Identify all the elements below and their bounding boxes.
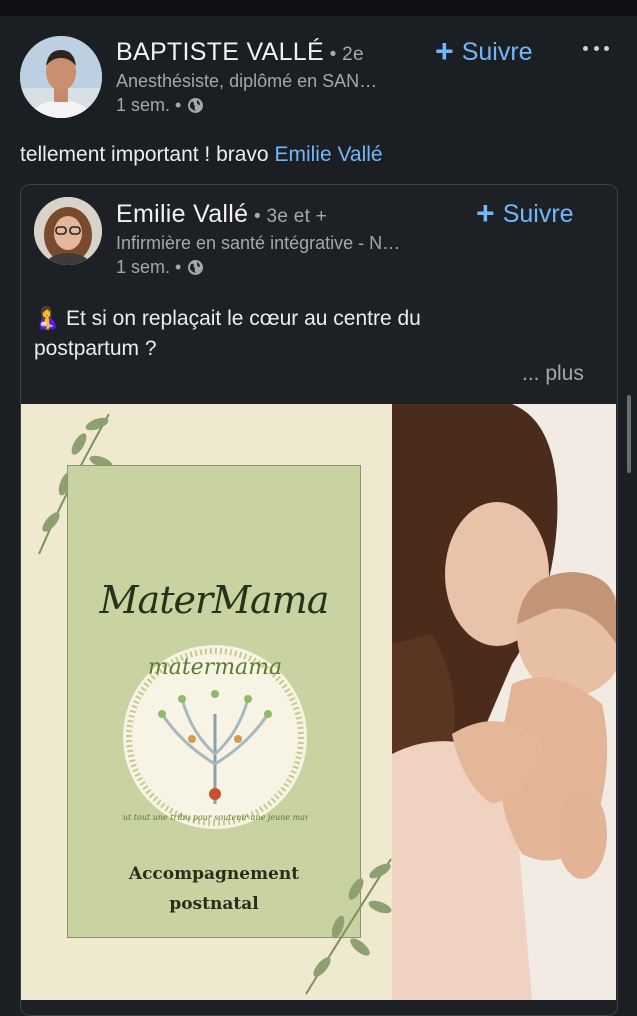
- plus-icon: +: [476, 195, 495, 231]
- leaf-branch-icon: [305, 858, 392, 995]
- follow-author-button[interactable]: + Suivre: [435, 33, 533, 69]
- post-meta: 1 sem. •: [116, 95, 204, 116]
- shared-post-time: 1 sem. •: [116, 257, 182, 277]
- shared-author-avatar[interactable]: [34, 197, 102, 265]
- scrollbar[interactable]: [627, 395, 631, 473]
- status-bar: [0, 0, 637, 16]
- more-icon[interactable]: [583, 46, 609, 54]
- follow-author-label: Suivre: [461, 38, 533, 66]
- author-headline: Anesthésiste, diplômé en SAN…: [116, 71, 378, 91]
- author-name-text[interactable]: BAPTISTE VALLÉ: [116, 38, 324, 66]
- shared-author-name-text[interactable]: Emilie Vallé: [116, 200, 248, 228]
- globe-icon: [188, 98, 204, 113]
- see-more-link[interactable]: ... plus: [522, 362, 584, 386]
- brand-title: MaterMama: [99, 578, 330, 622]
- comment-body: tellement important ! bravo: [20, 143, 275, 166]
- svg-text:matermama: matermama: [148, 655, 282, 680]
- plus-icon: +: [435, 33, 454, 69]
- mother-baby-photo: [392, 404, 616, 1000]
- follow-shared-author-button[interactable]: + Suivre: [476, 195, 574, 231]
- shared-author-name[interactable]: Emilie Vallé • 3e et +: [116, 200, 327, 229]
- shared-post-text: 🤱 Et si on replaçait le cœur au centre d…: [34, 304, 504, 364]
- shared-post-meta: 1 sem. •: [116, 257, 204, 278]
- comment-text: tellement important ! bravo Emilie Vallé: [20, 143, 383, 167]
- author-name[interactable]: BAPTISTE VALLÉ • 2e: [116, 38, 364, 67]
- emoji: 🤱: [34, 307, 61, 330]
- shared-post-body: Et si on replaçait le cœur au centre du …: [34, 307, 421, 360]
- shared-author-headline: Infirmière en santé intégrative - N…: [116, 233, 401, 253]
- post-image[interactable]: MaterMama matermama il faut tout une tri…: [21, 404, 616, 1000]
- post-time: 1 sem. •: [116, 95, 182, 115]
- author-avatar[interactable]: [20, 36, 102, 118]
- connection-degree: • 2e: [323, 44, 364, 65]
- shared-connection-degree: • 3e et +: [248, 206, 328, 227]
- image-left-panel: MaterMama matermama il faut tout une tri…: [21, 404, 392, 1000]
- globe-icon: [188, 260, 204, 275]
- matermama-logo-icon: matermama il faut tout une tribu pour so…: [122, 645, 308, 829]
- mention-link[interactable]: Emilie Vallé: [274, 143, 382, 166]
- follow-shared-author-label: Suivre: [502, 200, 574, 228]
- logo-ring-text: il faut tout une tribu pour soutenir une…: [122, 813, 308, 822]
